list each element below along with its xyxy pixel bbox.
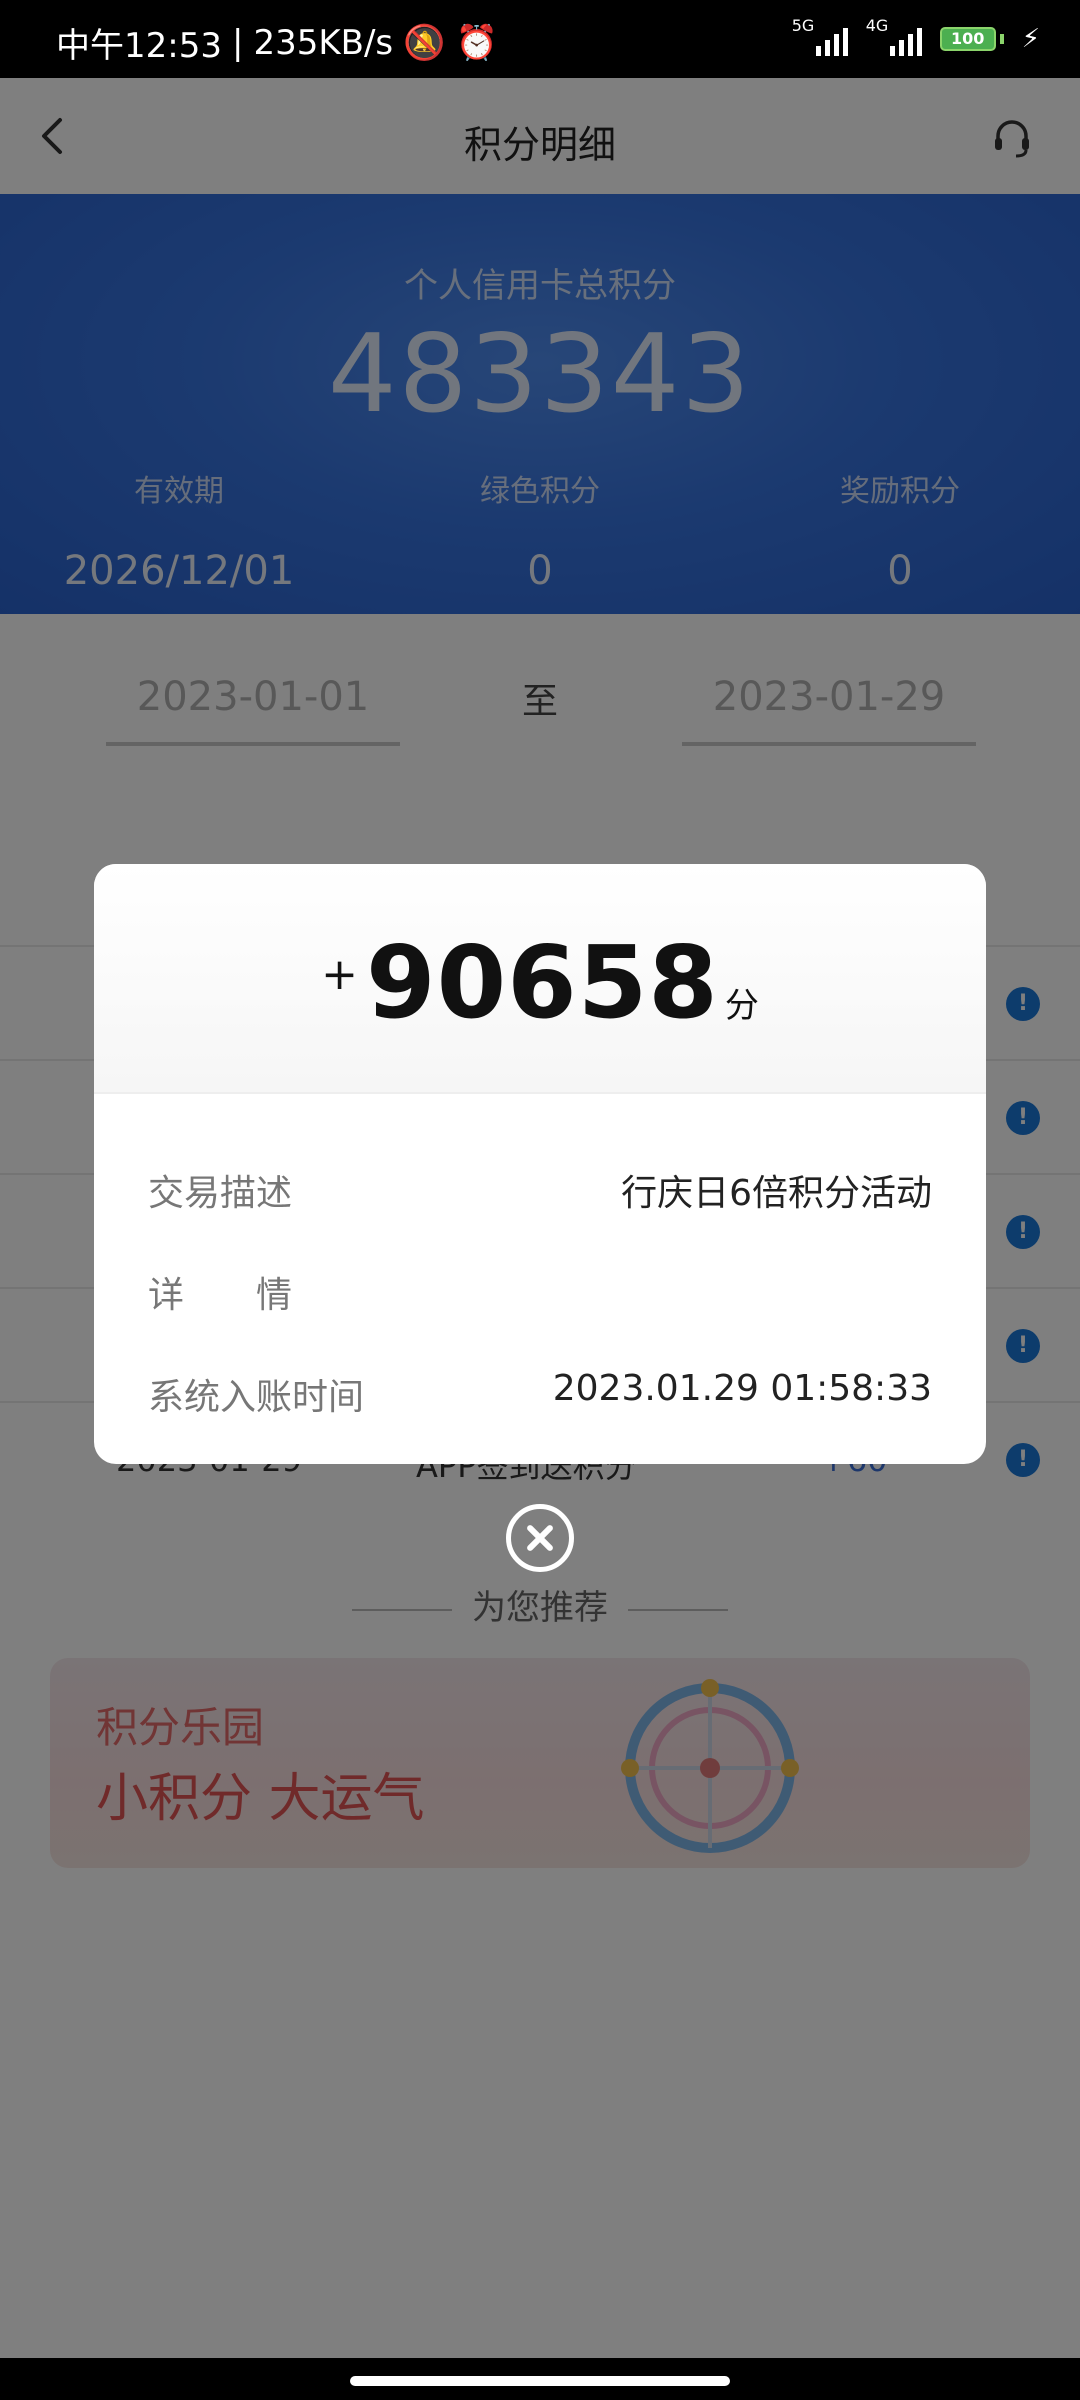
charging-icon: ⚡ (1021, 24, 1040, 54)
close-icon[interactable] (506, 1504, 574, 1572)
transaction-description-row: 交易描述 行庆日6倍积分活动 (94, 1136, 986, 1238)
amount-sign: + (321, 949, 358, 1000)
amount-unit: 分 (724, 986, 759, 1026)
posting-time-value: 2023.01.29 01:58:33 (552, 1368, 932, 1409)
mute-bell-icon: 🔕 (403, 22, 446, 63)
amount-value: 90658 (365, 924, 719, 1041)
status-right: 5G 4G 100 ⚡ (792, 16, 1040, 56)
detail-label: 详 情 (148, 1275, 293, 1316)
network-speed: 235KB/s (253, 22, 394, 63)
signal-4g-icon: 4G (866, 16, 922, 56)
posting-time-label: 系统入账时间 (148, 1377, 365, 1418)
detail-row: 详 情 (94, 1238, 986, 1340)
description-value: 行庆日6倍积分活动 (621, 1173, 932, 1214)
battery-icon: 100 (939, 27, 1004, 51)
points-amount: +90658 分 (94, 864, 986, 1041)
signal-5g-icon: 5G (792, 16, 848, 56)
status-bar: 中午12:53 | 235KB/s 🔕 ⏰ 5G 4G 100 ⚡ (0, 0, 1080, 78)
dialog-header: +90658 分 (94, 864, 986, 1094)
alarm-icon: ⏰ (455, 22, 498, 63)
home-indicator[interactable] (350, 2376, 730, 2386)
posting-time-row: 系统入账时间 2023.01.29 01:58:33 (94, 1340, 986, 1442)
status-left: 中午12:53 | 235KB/s 🔕 ⏰ (56, 18, 498, 67)
description-label: 交易描述 (148, 1173, 293, 1214)
gesture-bar (0, 2358, 1080, 2400)
status-time: 中午12:53 (56, 26, 222, 66)
points-detail-dialog: +90658 分 交易描述 行庆日6倍积分活动 详 情 系统入账时间 2023.0… (94, 864, 986, 1464)
